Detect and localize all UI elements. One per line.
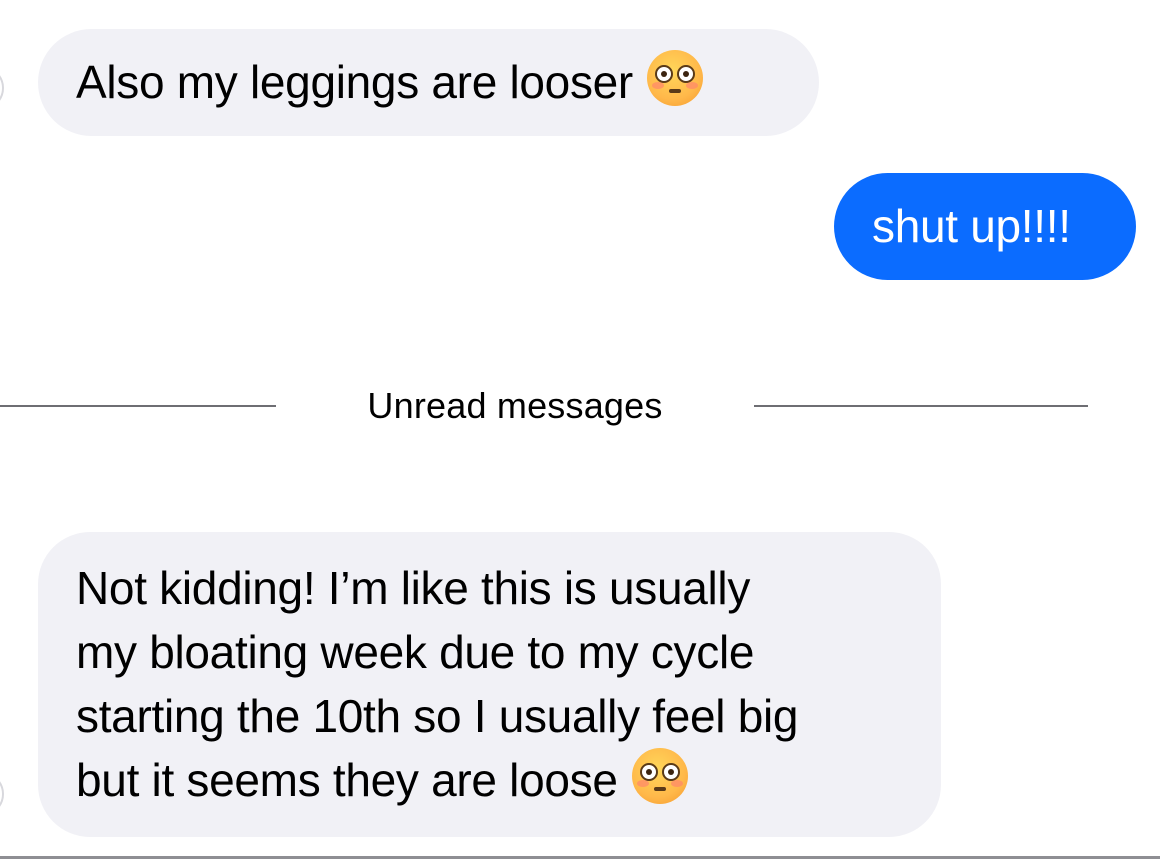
- message-bubble-incoming[interactable]: Also my leggings are looser: [38, 29, 819, 136]
- bottom-divider: [0, 856, 1160, 859]
- flushed-face-icon: [631, 748, 688, 804]
- sender-avatar[interactable]: [0, 772, 4, 816]
- message-text: shut up!!!!: [872, 200, 1071, 252]
- message-text-line: Not kidding! I’m like this is usually: [76, 562, 751, 614]
- message-text: but it seems they are loose: [76, 754, 618, 806]
- message-text-line-last: but it seems they are loose: [76, 748, 901, 812]
- unread-messages-divider-label: Unread messages: [367, 385, 663, 426]
- message-text-line: my bloating week due to my cycle: [76, 626, 755, 678]
- flushed-face-icon: [646, 50, 703, 106]
- message-text: Also my leggings are looser: [76, 56, 633, 108]
- sender-avatar[interactable]: [0, 66, 4, 110]
- message-bubble-incoming[interactable]: Not kidding! I’m like this is usually my…: [38, 532, 941, 837]
- message-bubble-outgoing[interactable]: shut up!!!!: [834, 173, 1136, 280]
- unread-divider-line-left: [0, 405, 276, 407]
- unread-divider-line-right: [754, 405, 1088, 407]
- message-text-line: starting the 10th so I usually feel big: [76, 690, 799, 742]
